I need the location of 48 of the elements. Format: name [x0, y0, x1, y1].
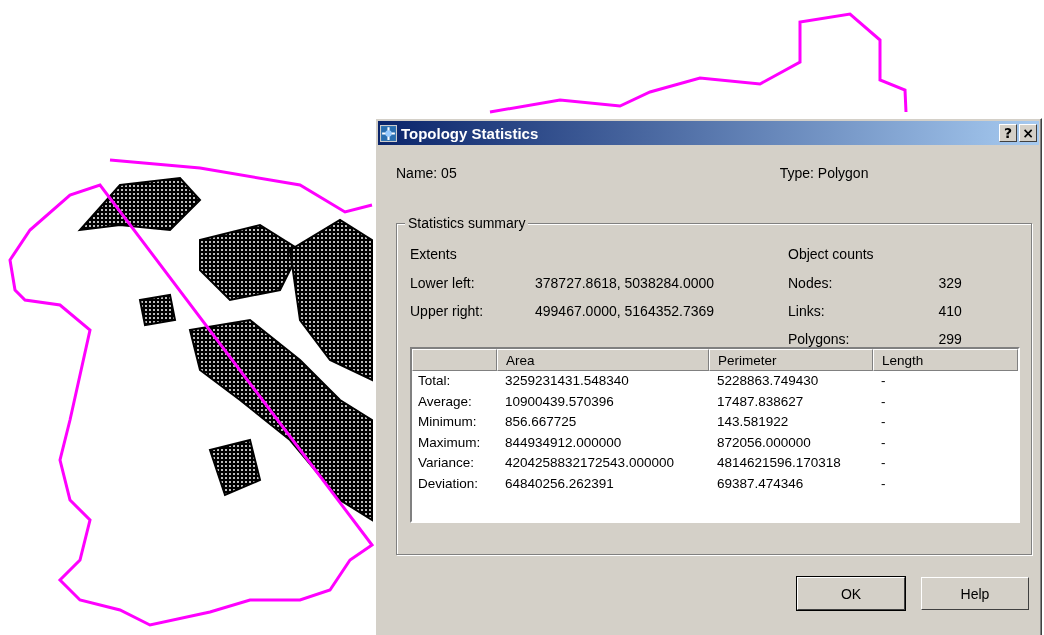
table-cell-text: -	[880, 413, 887, 431]
table-cell-text: 5228863.749430	[716, 372, 820, 390]
table-cell-text: -	[880, 474, 887, 493]
close-button[interactable]: ×	[1019, 124, 1037, 142]
group-title: Statistics summary	[405, 215, 529, 231]
table-cell-text: 3259231431.548340	[504, 372, 630, 390]
table-cell-text: 844934912.000000	[504, 433, 623, 452]
field-label: Links:	[788, 303, 826, 321]
row-label: Variance:	[417, 454, 476, 472]
table-cell-text: -	[880, 392, 887, 411]
row-label: Maximum:	[417, 433, 482, 452]
field-value: 299	[938, 331, 963, 349]
column-header: Perimeter	[709, 349, 873, 371]
field-value: 329	[938, 275, 963, 293]
type-label: Type: Polygon	[779, 165, 869, 183]
field-label: Upper right:	[410, 303, 485, 321]
row-label: Deviation:	[417, 474, 480, 493]
table-cell-text: 143.581922	[716, 413, 790, 431]
row-label: Average:	[417, 392, 473, 411]
section-heading: Object counts	[788, 246, 875, 264]
table-cell-text: 856.667725	[504, 413, 578, 431]
table-cell-text: 4814621596.170318	[716, 454, 842, 472]
table-cell-text: -	[880, 372, 887, 390]
column-header: Area	[497, 349, 709, 371]
table-cell-text: 69387.474346	[716, 474, 805, 493]
table-cell-text: 4204258832172543.000000	[504, 454, 675, 472]
help-button[interactable]: Help	[921, 577, 1029, 610]
section-heading: Extents	[410, 246, 458, 264]
field-value: 410	[938, 303, 963, 321]
ok-button[interactable]: OK	[797, 577, 905, 610]
field-value: 378727.8618, 5038284.0000	[535, 275, 716, 293]
table-cell-text: -	[880, 454, 887, 472]
field-label: Polygons:	[788, 331, 851, 349]
table-cell-text: 17487.838627	[716, 392, 805, 411]
table-cell-text: -	[880, 433, 887, 452]
row-label: Minimum:	[417, 413, 478, 431]
table-cell-text: 10900439.570396	[504, 392, 615, 411]
table-cell-text: 872056.000000	[716, 433, 812, 452]
field-label: Nodes:	[788, 275, 834, 293]
name-label: Name: 05	[396, 165, 457, 183]
field-value: 499467.0000, 5164352.7369	[535, 303, 716, 321]
window-title: Topology Statistics	[401, 124, 539, 142]
row-label: Total:	[417, 372, 452, 390]
table-cell-text: 64840256.262391	[504, 474, 615, 493]
app-icon	[380, 124, 397, 142]
column-header: Length	[873, 349, 1018, 371]
help-button[interactable]: ?	[999, 124, 1017, 142]
field-label: Lower left:	[410, 275, 476, 293]
